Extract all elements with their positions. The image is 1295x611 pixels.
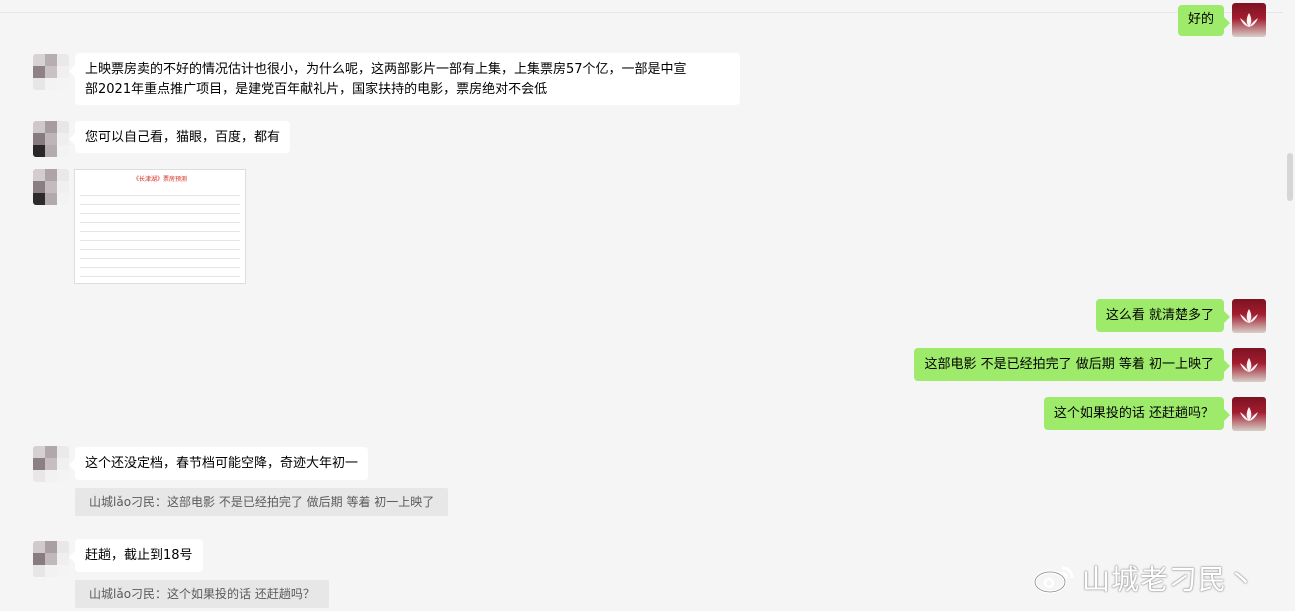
- my-avatar[interactable]: [1232, 3, 1268, 39]
- image-title: 《长津湖》票房预测: [132, 176, 187, 183]
- message-outgoing[interactable]: 这个如果投的话 还赶趟吗？: [1043, 397, 1231, 430]
- my-avatar[interactable]: [1232, 299, 1268, 335]
- quoted-reply[interactable]: 山城lǎo刁民：这部电影 不是已经拍完了 做后期 等着 初一上映了: [75, 488, 449, 516]
- contact-avatar[interactable]: [33, 446, 69, 482]
- contact-avatar[interactable]: [33, 54, 69, 90]
- contact-avatar[interactable]: [33, 541, 69, 577]
- scrollbar-track[interactable]: [1285, 0, 1295, 611]
- message-incoming[interactable]: 赶趟，截止到18号: [69, 539, 203, 572]
- message-outgoing[interactable]: 这么看 就清楚多了: [1095, 299, 1231, 332]
- top-divider: [0, 12, 1283, 13]
- contact-avatar[interactable]: [33, 121, 69, 157]
- scrollbar-thumb[interactable]: [1287, 153, 1293, 201]
- weibo-icon: [1033, 566, 1074, 594]
- message-outgoing[interactable]: 这部电影 不是已经拍完了 做后期 等着 初一上映了: [914, 348, 1230, 381]
- my-avatar[interactable]: [1232, 397, 1268, 433]
- message-outgoing[interactable]: 好的: [1177, 5, 1231, 36]
- message-incoming[interactable]: 您可以自己看，猫眼，百度，都有: [68, 121, 291, 153]
- image-message[interactable]: 《长津湖》票房预测: [74, 169, 246, 284]
- my-avatar[interactable]: [1232, 348, 1268, 384]
- watermark-text: 山城老刁民丶: [1082, 563, 1257, 596]
- weibo-watermark: 山城老刁民丶: [1032, 558, 1256, 598]
- message-incoming[interactable]: 这个还没定档，春节档可能空降，奇迹大年初一: [68, 447, 369, 480]
- quoted-reply[interactable]: 山城lǎo刁民：这个如果投的话 还赶趟吗？: [75, 580, 329, 608]
- message-incoming[interactable]: 上映票房卖的不好的情况估计也很小，为什么呢，这两部影片一部有上集，上集票房57个…: [69, 53, 740, 105]
- image-table: [80, 187, 240, 277]
- contact-avatar[interactable]: [33, 169, 69, 205]
